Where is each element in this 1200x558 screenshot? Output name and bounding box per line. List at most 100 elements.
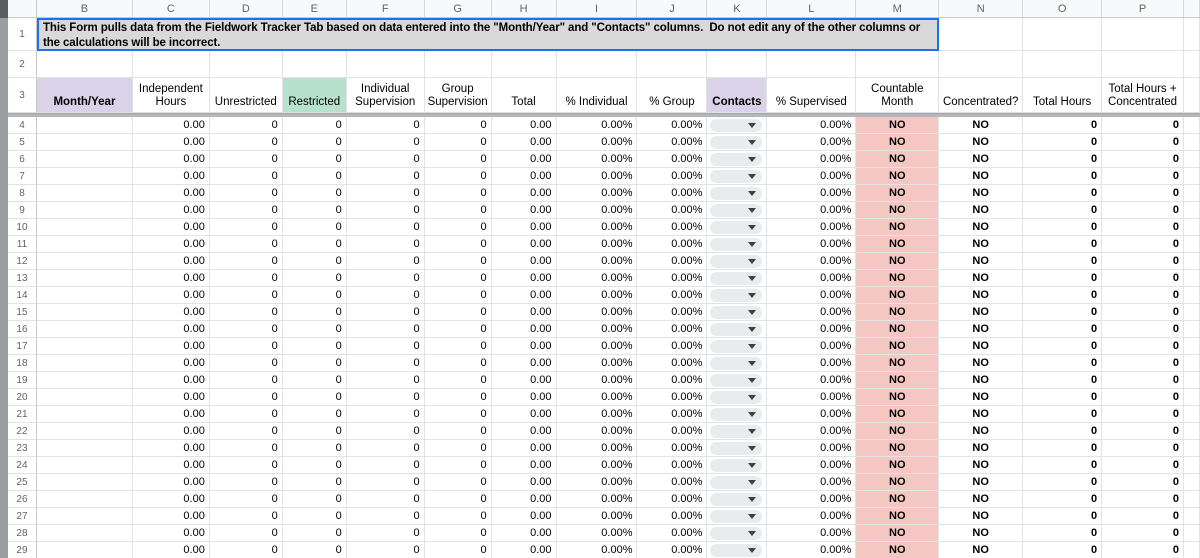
- header-cell-H[interactable]: Total: [492, 78, 557, 113]
- cell-B8[interactable]: [37, 185, 133, 202]
- row-header-2[interactable]: 2: [8, 51, 37, 78]
- cell-O10[interactable]: 0: [1023, 219, 1102, 236]
- cell-I14[interactable]: 0.00%: [557, 287, 638, 304]
- cell-I9[interactable]: 0.00%: [557, 202, 638, 219]
- cell-G15[interactable]: 0: [425, 304, 492, 321]
- cell-K12[interactable]: [707, 253, 767, 270]
- cell-E23[interactable]: 0: [283, 440, 347, 457]
- cell-I19[interactable]: 0.00%: [557, 372, 638, 389]
- row-header-21[interactable]: 21: [8, 406, 37, 423]
- cell-P5[interactable]: 0: [1102, 134, 1184, 151]
- cell-I20[interactable]: 0.00%: [557, 389, 638, 406]
- cell-N8[interactable]: NO: [939, 185, 1023, 202]
- column-header-N[interactable]: N: [939, 0, 1023, 18]
- cell-B27[interactable]: [37, 508, 133, 525]
- row-header-7[interactable]: 7: [8, 168, 37, 185]
- row-header-24[interactable]: 24: [8, 457, 37, 474]
- cell-B17[interactable]: [37, 338, 133, 355]
- cell-N19[interactable]: NO: [939, 372, 1023, 389]
- cell-G18[interactable]: 0: [425, 355, 492, 372]
- row-header-23[interactable]: 23: [8, 440, 37, 457]
- row-header-8[interactable]: 8: [8, 185, 37, 202]
- cell-H22[interactable]: 0.00: [492, 423, 557, 440]
- note-cell[interactable]: This Form pulls data from the Fieldwork …: [37, 18, 939, 51]
- cell-D19[interactable]: 0: [210, 372, 283, 389]
- cell-q28[interactable]: [1184, 525, 1200, 542]
- cell-F11[interactable]: 0: [347, 236, 425, 253]
- cell-I28[interactable]: 0.00%: [557, 525, 638, 542]
- row-header-14[interactable]: 14: [8, 287, 37, 304]
- row-header-17[interactable]: 17: [8, 338, 37, 355]
- cell-N13[interactable]: NO: [939, 270, 1023, 287]
- cell-P27[interactable]: 0: [1102, 508, 1184, 525]
- cell-J19[interactable]: 0.00%: [637, 372, 707, 389]
- cell-I15[interactable]: 0.00%: [557, 304, 638, 321]
- cell-G22[interactable]: 0: [425, 423, 492, 440]
- cell-H15[interactable]: 0.00: [492, 304, 557, 321]
- cell-q17[interactable]: [1184, 338, 1200, 355]
- row-header-25[interactable]: 25: [8, 474, 37, 491]
- cell-D16[interactable]: 0: [210, 321, 283, 338]
- cell-C24[interactable]: 0.00: [133, 457, 210, 474]
- cell-O2[interactable]: [1023, 51, 1102, 78]
- cell-O9[interactable]: 0: [1023, 202, 1102, 219]
- cell-L14[interactable]: 0.00%: [767, 287, 856, 304]
- contacts-dropdown[interactable]: [710, 272, 762, 285]
- cell-K11[interactable]: [707, 236, 767, 253]
- cell-q24[interactable]: [1184, 457, 1200, 474]
- contacts-dropdown[interactable]: [710, 544, 762, 557]
- header-cell-P[interactable]: Total Hours + Concentrated: [1102, 78, 1184, 113]
- cell-L2[interactable]: [767, 51, 856, 78]
- cell-E20[interactable]: 0: [283, 389, 347, 406]
- cell-D21[interactable]: 0: [210, 406, 283, 423]
- contacts-dropdown[interactable]: [710, 391, 762, 404]
- cell-H29[interactable]: 0.00: [492, 542, 557, 558]
- row-header-11[interactable]: 11: [8, 236, 37, 253]
- cell-D27[interactable]: 0: [210, 508, 283, 525]
- row-header-5[interactable]: 5: [8, 134, 37, 151]
- cell-K4[interactable]: [707, 117, 767, 134]
- cell-F15[interactable]: 0: [347, 304, 425, 321]
- cell-J24[interactable]: 0.00%: [637, 457, 707, 474]
- cell-D18[interactable]: 0: [210, 355, 283, 372]
- cell-C15[interactable]: 0.00: [133, 304, 210, 321]
- column-header-G[interactable]: G: [425, 0, 492, 18]
- cell-K19[interactable]: [707, 372, 767, 389]
- cell-L7[interactable]: 0.00%: [767, 168, 856, 185]
- row-header-4[interactable]: 4: [8, 117, 37, 134]
- cell-q11[interactable]: [1184, 236, 1200, 253]
- cell-I23[interactable]: 0.00%: [557, 440, 638, 457]
- cell-L10[interactable]: 0.00%: [767, 219, 856, 236]
- cell-J2[interactable]: [637, 51, 707, 78]
- cell-L8[interactable]: 0.00%: [767, 185, 856, 202]
- cell-K15[interactable]: [707, 304, 767, 321]
- cell-G21[interactable]: 0: [425, 406, 492, 423]
- cell-C27[interactable]: 0.00: [133, 508, 210, 525]
- contacts-dropdown[interactable]: [710, 153, 762, 166]
- cell-M26[interactable]: NO: [856, 491, 939, 508]
- cell-N1[interactable]: [939, 18, 1023, 51]
- header-cell-J[interactable]: % Group: [637, 78, 707, 113]
- cell-K7[interactable]: [707, 168, 767, 185]
- cell-q13[interactable]: [1184, 270, 1200, 287]
- column-header-D[interactable]: D: [210, 0, 283, 18]
- cell-I13[interactable]: 0.00%: [557, 270, 638, 287]
- cell-H6[interactable]: 0.00: [492, 151, 557, 168]
- cell-F4[interactable]: 0: [347, 117, 425, 134]
- cell-O22[interactable]: 0: [1023, 423, 1102, 440]
- cell-D20[interactable]: 0: [210, 389, 283, 406]
- contacts-dropdown[interactable]: [710, 425, 762, 438]
- cell-E26[interactable]: 0: [283, 491, 347, 508]
- cell-L15[interactable]: 0.00%: [767, 304, 856, 321]
- cell-N14[interactable]: NO: [939, 287, 1023, 304]
- cell-F2[interactable]: [347, 51, 425, 78]
- cell-N2[interactable]: [939, 51, 1023, 78]
- cell-L20[interactable]: 0.00%: [767, 389, 856, 406]
- cell-C29[interactable]: 0.00: [133, 542, 210, 558]
- cell-q8[interactable]: [1184, 185, 1200, 202]
- header-cell-D[interactable]: Unrestricted: [210, 78, 283, 113]
- cell-C10[interactable]: 0.00: [133, 219, 210, 236]
- cell-E8[interactable]: 0: [283, 185, 347, 202]
- cell-H19[interactable]: 0.00: [492, 372, 557, 389]
- cell-G26[interactable]: 0: [425, 491, 492, 508]
